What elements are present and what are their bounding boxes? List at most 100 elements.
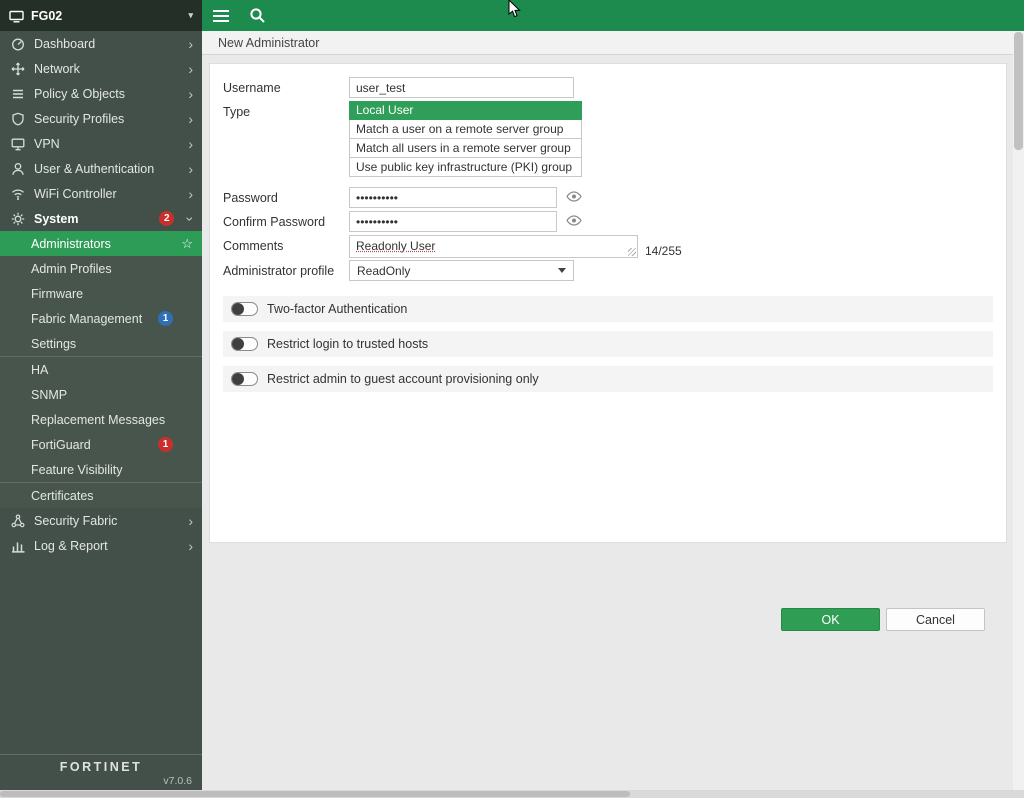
main-content: New Administrator Username Type Local Us… (202, 31, 1013, 790)
password-label: Password (223, 187, 349, 205)
sidebar-subitem-firmware[interactable]: Firmware (0, 281, 202, 306)
sidebar-item-network[interactable]: Network › (0, 56, 202, 81)
gear-icon (10, 212, 26, 226)
sidebar-subitem-replacement-messages[interactable]: Replacement Messages (0, 407, 202, 432)
sidebar-subitem-feature-visibility[interactable]: Feature Visibility (0, 457, 202, 482)
vpn-icon (10, 137, 26, 151)
device-selector[interactable]: FG02 ▾ (0, 0, 202, 31)
confirm-password-input[interactable] (349, 211, 557, 232)
network-icon (10, 62, 26, 76)
sidebar-item-label: WiFi Controller (34, 187, 117, 201)
device-icon (9, 9, 24, 23)
vertical-scrollbar[interactable] (1013, 31, 1024, 790)
sidebar-subitem-admin-profiles[interactable]: Admin Profiles (0, 256, 202, 281)
type-option-local-user[interactable]: Local User (349, 101, 582, 120)
device-name: FG02 (31, 9, 62, 23)
confirm-password-label: Confirm Password (223, 211, 349, 229)
ok-button[interactable]: OK (781, 608, 880, 631)
sidebar-subitem-snmp[interactable]: SNMP (0, 382, 202, 407)
sidebar-subitem-label: FortiGuard (31, 438, 91, 452)
search-icon[interactable] (249, 7, 266, 24)
sidebar-subitem-label: HA (31, 363, 48, 377)
sidebar-subitem-fabric-management[interactable]: Fabric Management 1 (0, 306, 202, 331)
chevron-down-icon: › (184, 216, 198, 221)
two-factor-toggle[interactable] (231, 302, 258, 316)
comments-value: Readonly User (350, 236, 637, 253)
security-fabric-icon (10, 514, 26, 528)
new-administrator-form: Username Type Local User Match a user on… (209, 63, 1007, 543)
sidebar-item-label: Dashboard (34, 37, 95, 51)
resize-handle[interactable] (628, 248, 636, 256)
sidebar-item-user-authentication[interactable]: User & Authentication › (0, 156, 202, 181)
type-option-pki-group[interactable]: Use public key infrastructure (PKI) grou… (349, 158, 582, 177)
chevron-right-icon: › (188, 137, 193, 151)
sidebar-subitem-label: Admin Profiles (31, 262, 112, 276)
firmware-version: v7.0.6 (10, 775, 192, 787)
horizontal-scrollbar[interactable] (0, 790, 1024, 798)
cancel-button[interactable]: Cancel (886, 608, 985, 631)
two-factor-row: Two-factor Authentication (223, 296, 993, 322)
sidebar-subitem-fortiguard[interactable]: FortiGuard 1 (0, 432, 202, 457)
username-label: Username (223, 77, 349, 95)
sidebar-item-vpn[interactable]: VPN › (0, 131, 202, 156)
sidebar-subitem-settings[interactable]: Settings (0, 331, 202, 356)
admin-profile-label: Administrator profile (223, 260, 349, 278)
chevron-right-icon: › (188, 62, 193, 76)
sidebar-item-log-report[interactable]: Log & Report › (0, 533, 202, 558)
sidebar-subitem-ha[interactable]: HA (0, 357, 202, 382)
horizontal-scrollbar-thumb[interactable] (0, 791, 630, 797)
sidebar-subitem-certificates[interactable]: Certificates (0, 483, 202, 508)
sidebar-item-dashboard[interactable]: Dashboard › (0, 31, 202, 56)
chevron-right-icon: › (188, 162, 193, 176)
sidebar: FG02 ▾ Dashboard › Network › Policy & Ob… (0, 0, 202, 790)
chevron-right-icon: › (188, 539, 193, 553)
type-option-remote-group[interactable]: Match all users in a remote server group (349, 139, 582, 158)
toggle-label: Restrict login to trusted hosts (267, 337, 428, 351)
sidebar-item-label: System (34, 212, 78, 226)
sidebar-item-policy-objects[interactable]: Policy & Objects › (0, 81, 202, 106)
eye-icon[interactable] (566, 191, 582, 202)
sidebar-item-label: VPN (34, 137, 60, 151)
sidebar-subitem-label: SNMP (31, 388, 67, 402)
topbar (202, 0, 1024, 31)
password-input[interactable] (349, 187, 557, 208)
notification-badge: 2 (159, 211, 174, 226)
admin-profile-select[interactable]: ReadOnly (349, 260, 574, 281)
sidebar-subitem-label: Replacement Messages (31, 413, 165, 427)
chevron-down-icon: ▾ (188, 10, 193, 21)
policy-objects-icon (10, 87, 26, 101)
sidebar-subitem-label: Feature Visibility (31, 463, 122, 477)
sidebar-subitem-administrators[interactable]: Administrators ☆ (0, 231, 202, 256)
dashboard-icon (10, 37, 26, 51)
chevron-right-icon: › (188, 187, 193, 201)
chevron-right-icon: › (188, 87, 193, 101)
sidebar-item-label: Policy & Objects (34, 87, 125, 101)
toggle-label: Two-factor Authentication (267, 302, 407, 316)
type-label: Type (223, 101, 349, 119)
log-report-icon (10, 539, 26, 553)
eye-icon[interactable] (566, 215, 582, 226)
sidebar-item-security-profiles[interactable]: Security Profiles › (0, 106, 202, 131)
menu-icon[interactable] (213, 10, 229, 22)
sidebar-item-security-fabric[interactable]: Security Fabric › (0, 508, 202, 533)
star-icon[interactable]: ☆ (181, 236, 193, 252)
user-authentication-icon (10, 162, 26, 176)
comments-textarea[interactable]: Readonly User (349, 235, 638, 258)
sidebar-subitem-label: Settings (31, 337, 76, 351)
toggle-knob (232, 303, 244, 315)
sidebar-item-label: Log & Report (34, 539, 108, 553)
guest-provisioning-toggle[interactable] (231, 372, 258, 386)
sidebar-item-system[interactable]: System 2 › (0, 206, 202, 231)
chevron-right-icon: › (188, 112, 193, 126)
vertical-scrollbar-thumb[interactable] (1014, 32, 1023, 150)
sidebar-item-label: Network (34, 62, 80, 76)
guest-provisioning-row: Restrict admin to guest account provisio… (223, 366, 993, 392)
username-input[interactable] (349, 77, 574, 98)
sidebar-item-wifi-controller[interactable]: WiFi Controller › (0, 181, 202, 206)
type-option-remote-user[interactable]: Match a user on a remote server group (349, 120, 582, 139)
toggle-knob (232, 338, 244, 350)
notification-badge: 1 (158, 437, 173, 452)
trusted-hosts-toggle[interactable] (231, 337, 258, 351)
sidebar-subitem-label: Firmware (31, 287, 83, 301)
sidebar-menu: Dashboard › Network › Policy & Objects ›… (0, 31, 202, 754)
